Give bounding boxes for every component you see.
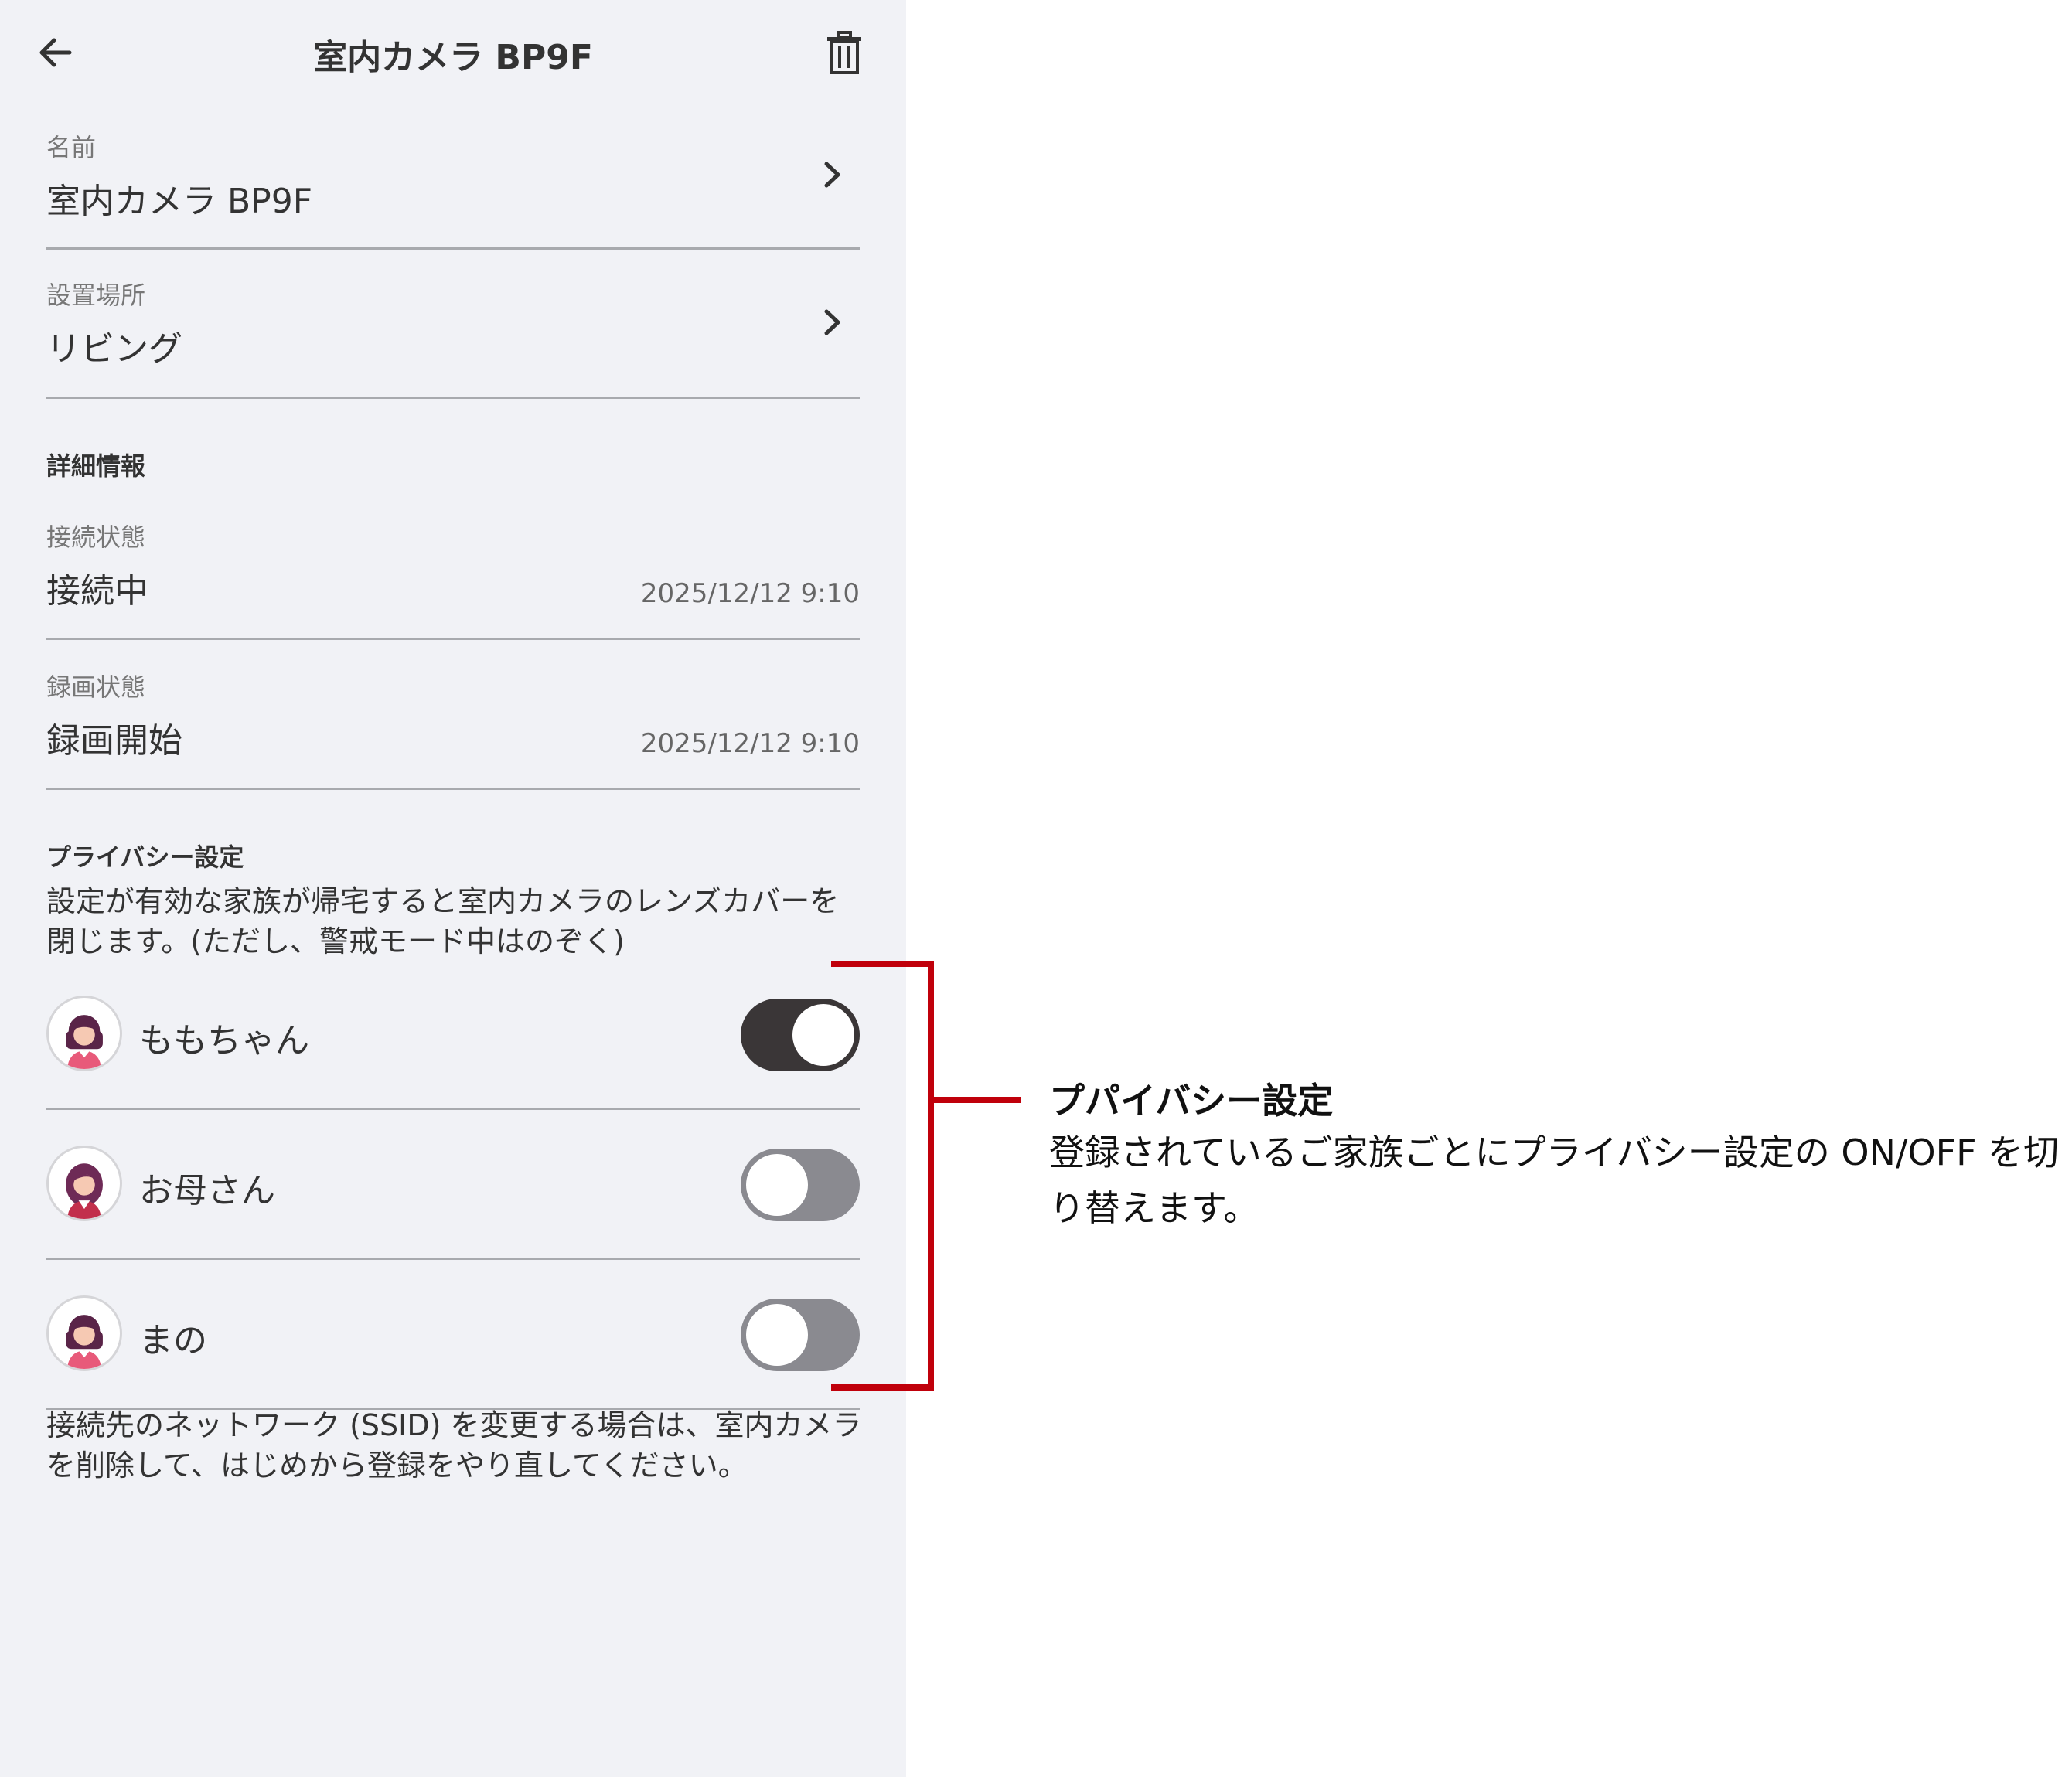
connection-status-value: 接続中 <box>46 571 148 611</box>
family-member-row: まの <box>46 1260 860 1410</box>
trash-icon <box>827 31 861 74</box>
annotation-bracket-top <box>831 961 934 967</box>
toggle-knob <box>746 1304 808 1366</box>
avatar <box>46 996 122 1071</box>
privacy-description: 設定が有効な家族が帰宅すると室内カメラのレンズカバーを閉じます。(ただし、警戒モ… <box>46 884 840 958</box>
connection-status-label: 接続状態 <box>46 523 146 552</box>
privacy-toggle[interactable] <box>741 999 860 1071</box>
family-member-name: ももちゃん <box>139 1021 309 1060</box>
annotation-title: プパイバシー設定 <box>1049 1080 1334 1122</box>
connection-timestamp: 2025/12/12 9:10 <box>640 578 860 609</box>
family-member-name: まの <box>139 1321 207 1360</box>
avatar <box>46 1295 122 1371</box>
network-change-note: 接続先のネットワーク (SSID) を変更する場合は、室内カメラを削除して、はじ… <box>46 1408 862 1483</box>
annotation-bracket-bottom <box>831 1384 934 1391</box>
recording-status-row: 録画状態 録画開始 2025/12/12 9:10 <box>46 640 860 790</box>
recording-timestamp: 2025/12/12 9:10 <box>640 728 860 759</box>
location-value: リビング <box>46 329 182 369</box>
family-member-row: ももちゃん <box>46 960 860 1110</box>
avatar <box>46 1146 122 1221</box>
page-title: 室内カメラ BP9F <box>313 38 593 77</box>
chevron-right-icon <box>824 162 840 188</box>
family-member-name: お母さん <box>139 1171 275 1210</box>
annotation-bracket <box>928 961 934 1391</box>
name-label: 名前 <box>46 133 97 162</box>
toggle-knob <box>746 1154 808 1216</box>
annotation-connector <box>928 1097 1021 1103</box>
annotation-text: 登録されているご家族ごとにプライバシー設定の ON/OFF を切り替えます。 <box>1049 1132 2060 1229</box>
app-screen: 室内カメラ BP9F 名前 室内カメラ BP9F 設置場所 リビング 詳細情報 … <box>0 0 906 1777</box>
privacy-section-title: プライバシー設定 <box>46 843 244 872</box>
location-row[interactable]: 設置場所 リビング <box>46 250 860 399</box>
family-member-row: お母さん <box>46 1110 860 1260</box>
privacy-toggle[interactable] <box>741 1299 860 1371</box>
recording-status-label: 録画状態 <box>46 672 146 702</box>
delete-button[interactable] <box>820 28 869 77</box>
privacy-toggle[interactable] <box>741 1149 860 1221</box>
details-section-title: 詳細情報 <box>46 451 146 481</box>
name-value: 室内カメラ BP9F <box>46 182 313 221</box>
toggle-knob <box>792 1004 854 1066</box>
name-row[interactable]: 名前 室内カメラ BP9F <box>46 116 860 250</box>
location-label: 設置場所 <box>46 281 146 310</box>
header: 室内カメラ BP9F <box>0 0 906 108</box>
recording-status-value: 録画開始 <box>46 721 182 761</box>
chevron-right-icon <box>824 309 840 335</box>
connection-status-row: 接続状態 接続中 2025/12/12 9:10 <box>46 495 860 640</box>
